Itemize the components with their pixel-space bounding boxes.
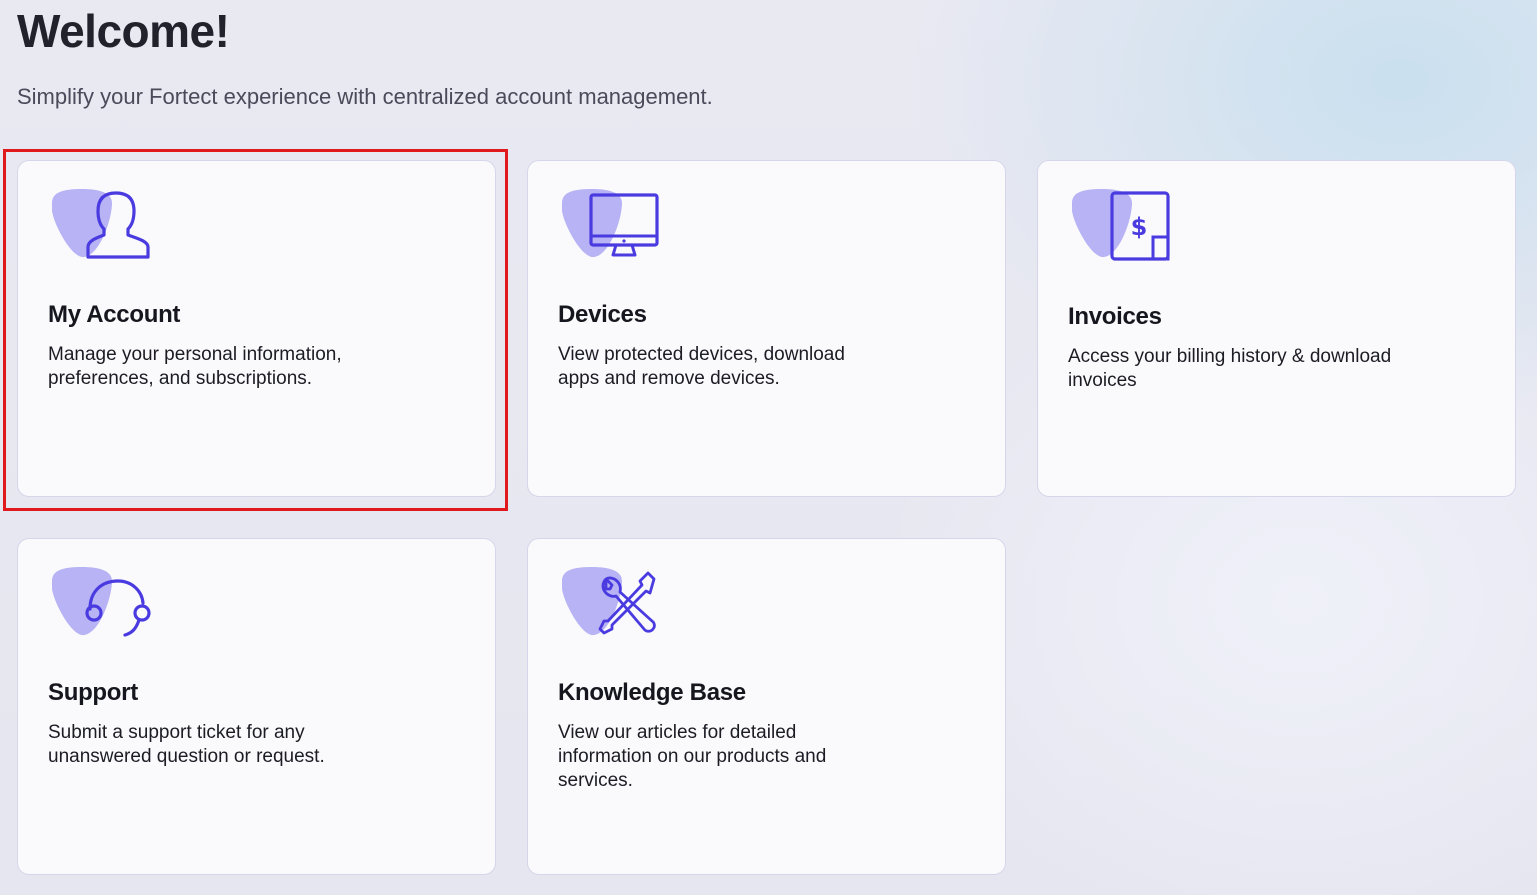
- card-description: View protected devices, download apps an…: [558, 344, 845, 389]
- knowledge-base-card[interactable]: Knowledge Base View our articles for det…: [527, 538, 1006, 875]
- svg-text:$: $: [1131, 213, 1148, 241]
- card-description: Submit a support ticket for any unanswer…: [48, 722, 325, 767]
- invoices-card[interactable]: $ Invoices Access your billing history &…: [1037, 160, 1516, 497]
- card-title: Support: [48, 679, 138, 706]
- card-description: Access your billing history & download i…: [1068, 346, 1392, 391]
- monitor-icon: [558, 189, 668, 269]
- invoice-icon: $: [1068, 189, 1178, 269]
- card-title: Invoices: [1068, 303, 1162, 330]
- card-title: Devices: [558, 301, 647, 328]
- page-title: Welcome!: [17, 5, 230, 57]
- user-icon: [48, 189, 158, 269]
- headset-icon: [48, 567, 158, 647]
- card-description: View our articles for detailed informati…: [558, 722, 827, 791]
- page-subtitle: Simplify your Fortect experience with ce…: [17, 84, 713, 109]
- my-account-card[interactable]: My Account Manage your personal informat…: [17, 160, 496, 497]
- devices-card[interactable]: Devices View protected devices, download…: [527, 160, 1006, 497]
- card-description: Manage your personal information, prefer…: [48, 344, 342, 389]
- support-card[interactable]: Support Submit a support ticket for any …: [17, 538, 496, 875]
- card-title: Knowledge Base: [558, 679, 746, 706]
- card-title: My Account: [48, 301, 181, 328]
- tools-icon: [558, 567, 668, 647]
